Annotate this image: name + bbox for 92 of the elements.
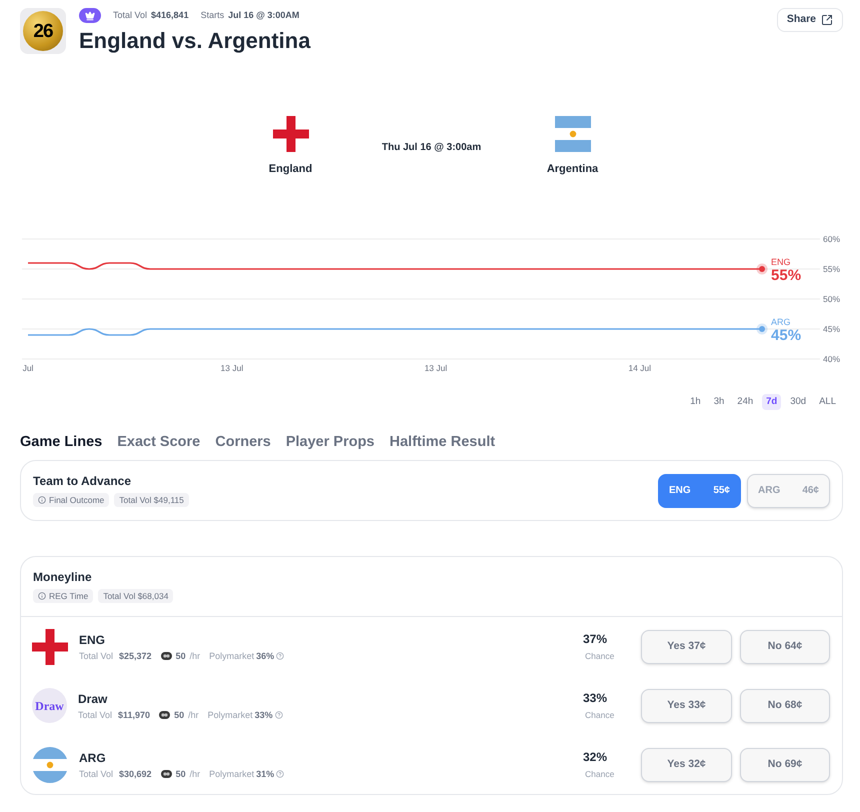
series-label: ENG xyxy=(771,257,791,267)
source-label: Polymarket xyxy=(209,652,254,660)
time-range-button[interactable]: 30d xyxy=(786,394,810,410)
stat-label: Starts xyxy=(200,11,224,20)
cross-flag-icon xyxy=(32,628,68,664)
x-axis-label: 13 Jul xyxy=(424,363,448,373)
cross-flag-icon xyxy=(272,116,308,152)
share-button[interactable]: Share xyxy=(776,8,843,32)
market-tab[interactable]: Halftime Result xyxy=(390,432,496,452)
no-button[interactable]: No 69¢ xyxy=(740,748,830,782)
event-logo: 26 xyxy=(20,8,66,54)
rate-value: 50 xyxy=(174,710,184,720)
source-label: Polymarket xyxy=(209,770,254,778)
time-range-button[interactable]: 24h xyxy=(733,394,758,410)
info-tag: Final Outcome xyxy=(33,493,110,507)
rate-value: 50 xyxy=(176,652,186,660)
source-percent: 36% xyxy=(256,652,274,660)
rate-unit: /hr xyxy=(190,770,200,778)
chance-label: Chance xyxy=(584,711,614,720)
striped-flag-icon xyxy=(32,746,68,782)
team-name: Argentina xyxy=(546,162,598,176)
outcome-button[interactable]: ARG 46¢ xyxy=(747,474,830,508)
source-percent: 31% xyxy=(256,770,274,778)
market-tab[interactable]: Corners xyxy=(215,432,271,452)
team-name: England xyxy=(268,162,312,176)
coin-icon xyxy=(160,652,172,660)
outcome-button[interactable]: ENG 55¢ xyxy=(658,474,741,508)
end-point-marker xyxy=(756,264,768,274)
end-point-marker xyxy=(756,324,768,334)
yes-button[interactable]: Yes 32¢ xyxy=(641,748,732,782)
draw-logo: Draw xyxy=(32,688,67,723)
info-tag: Total Vol $49,115 xyxy=(114,493,189,507)
chance-value: 33% xyxy=(583,691,608,706)
y-axis-label: 50% xyxy=(822,294,840,304)
time-range-button[interactable]: 7d xyxy=(762,394,782,410)
stat-label: Total Vol xyxy=(113,11,148,20)
rate-unit: /hr xyxy=(190,652,200,660)
crown-icon xyxy=(79,8,101,23)
y-axis-label: 45% xyxy=(822,324,840,334)
info-tag: REG Time xyxy=(33,589,94,603)
market-tab[interactable]: Player Props xyxy=(286,432,375,452)
help-icon xyxy=(276,652,284,660)
volume-value: $25,372 xyxy=(119,652,152,660)
source-percent: 33% xyxy=(254,710,273,720)
chance-label: Chance xyxy=(584,770,614,779)
volume-value: $11,970 xyxy=(118,710,150,720)
outcome-name: Draw xyxy=(78,692,108,706)
info-tag: Total Vol $68,034 xyxy=(98,589,174,603)
volume-label: Total Vol xyxy=(79,652,114,660)
chance-label: Chance xyxy=(584,652,614,661)
series-label: ARG xyxy=(771,317,791,327)
event-title: England vs. Argentina xyxy=(79,27,310,55)
x-axis-label: 13 Jul xyxy=(220,363,244,373)
outcome-name: ARG xyxy=(79,750,106,764)
info-icon xyxy=(38,592,46,600)
match-time: Thu Jul 16 @ 3:00am xyxy=(382,140,482,154)
series-value: 55% xyxy=(771,268,802,283)
rate-value: 50 xyxy=(176,770,186,778)
x-axis-label: Jul xyxy=(22,363,34,373)
y-axis-label: 55% xyxy=(822,264,840,274)
x-axis-label: 14 Jul xyxy=(628,363,652,373)
chance-value: 32% xyxy=(583,750,608,764)
volume-value: $30,692 xyxy=(119,770,152,778)
no-button[interactable]: No 68¢ xyxy=(740,688,830,722)
series-value: 45% xyxy=(771,328,802,343)
chance-value: 37% xyxy=(583,632,608,646)
volume-label: Total Vol xyxy=(78,710,112,720)
rate-unit: /hr xyxy=(188,710,199,720)
info-icon xyxy=(38,496,46,504)
help-icon xyxy=(274,711,283,719)
time-range-button[interactable]: ALL xyxy=(815,394,840,410)
yes-button[interactable]: Yes 37¢ xyxy=(641,630,732,664)
market-title: Team to Advance xyxy=(33,474,132,488)
market-tab[interactable]: Exact Score xyxy=(117,432,200,452)
time-range-button[interactable]: 1h xyxy=(686,394,705,410)
yes-button[interactable]: Yes 33¢ xyxy=(641,688,732,722)
coin-icon xyxy=(159,711,170,719)
outcome-name: ENG xyxy=(79,632,106,646)
coin-icon xyxy=(160,770,172,778)
external-link-icon xyxy=(821,14,833,26)
y-axis-label: 60% xyxy=(822,234,840,244)
time-range-button[interactable]: 3h xyxy=(710,394,728,410)
stat-value: $416,841 xyxy=(151,11,189,20)
no-button[interactable]: No 64¢ xyxy=(740,630,830,664)
help-icon xyxy=(276,770,284,778)
source-label: Polymarket xyxy=(208,710,253,720)
striped-flag-icon xyxy=(554,116,590,152)
market-tab[interactable]: Game Lines xyxy=(20,432,102,452)
volume-label: Total Vol xyxy=(79,770,114,778)
stat-value: Jul 16 @ 3:00AM xyxy=(228,11,300,20)
y-axis-label: 40% xyxy=(822,354,840,364)
market-title: Moneyline xyxy=(33,570,92,584)
